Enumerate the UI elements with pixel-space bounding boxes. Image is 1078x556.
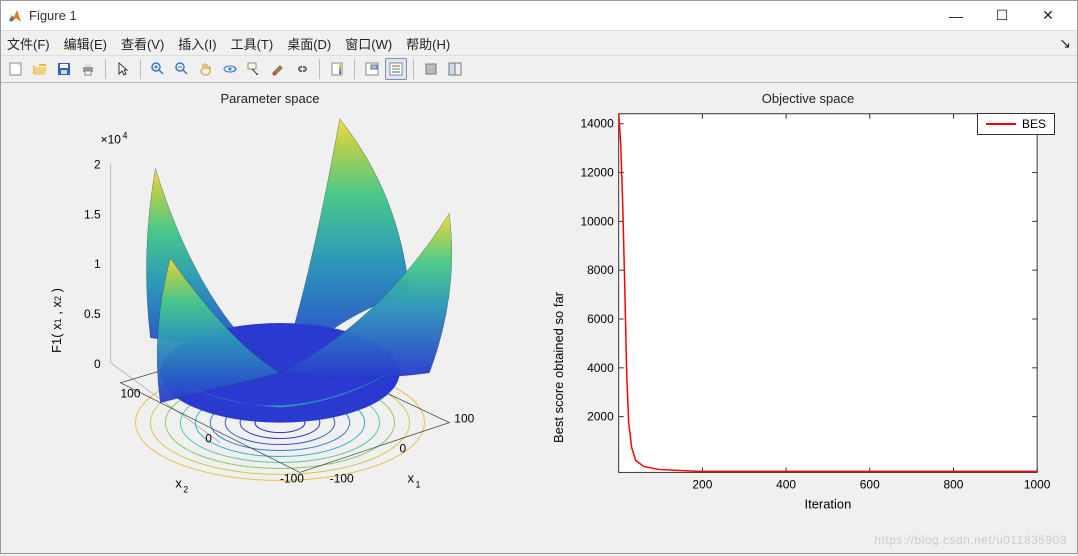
- menu-insert[interactable]: 插入(I): [178, 34, 216, 53]
- axes-objective-space[interactable]: Objective space Best score obtained so f…: [539, 83, 1077, 553]
- hide-tools-button[interactable]: [420, 58, 442, 80]
- svg-text:-100: -100: [330, 471, 354, 485]
- svg-text:600: 600: [860, 477, 880, 491]
- legend[interactable]: BES: [977, 113, 1055, 135]
- svg-text:8000: 8000: [587, 263, 614, 277]
- svg-text:0: 0: [400, 442, 407, 456]
- pan-button[interactable]: [195, 58, 217, 80]
- svg-text:x: x: [175, 475, 182, 490]
- svg-text:12000: 12000: [581, 166, 615, 180]
- link-button[interactable]: [291, 58, 313, 80]
- menu-help[interactable]: 帮助(H): [406, 34, 450, 53]
- svg-text:x: x: [407, 470, 414, 485]
- legend-button[interactable]: [361, 58, 383, 80]
- svg-text:400: 400: [776, 477, 796, 491]
- z-multiplier: ×10: [101, 133, 122, 147]
- menu-edit[interactable]: 编辑(E): [64, 34, 107, 53]
- svg-text:1.5: 1.5: [84, 207, 101, 221]
- svg-text:100: 100: [454, 412, 474, 426]
- svg-text:200: 200: [692, 477, 712, 491]
- matlab-app-icon: [7, 8, 23, 24]
- right-xlabel: Iteration: [805, 496, 852, 511]
- menu-file[interactable]: 文件(F): [7, 34, 50, 53]
- svg-text:6000: 6000: [587, 312, 614, 326]
- maximize-button[interactable]: ☐: [979, 1, 1025, 31]
- menu-window[interactable]: 窗口(W): [345, 34, 392, 53]
- surface-plot: ×10 4 2 1.5 1 0.5 0: [1, 83, 539, 553]
- svg-text:10000: 10000: [581, 214, 615, 228]
- convergence-plot: 14000 12000 10000 8000 6000 4000 2000 2: [539, 83, 1077, 553]
- dock-button[interactable]: [444, 58, 466, 80]
- svg-text:2: 2: [94, 158, 101, 172]
- svg-text:1: 1: [415, 479, 420, 489]
- watermark: https://blog.csdn.net/u011835903: [874, 533, 1067, 547]
- colorbar-button[interactable]: [326, 58, 348, 80]
- svg-text:1: 1: [94, 257, 101, 271]
- svg-text:100: 100: [121, 387, 141, 401]
- legend-label: BES: [1022, 117, 1046, 131]
- dock-arrow-icon[interactable]: ↘: [1059, 35, 1071, 52]
- close-button[interactable]: ✕: [1025, 1, 1071, 31]
- zoom-out-button[interactable]: [171, 58, 193, 80]
- minimize-button[interactable]: —: [933, 1, 979, 31]
- svg-text:4: 4: [123, 131, 128, 141]
- svg-text:2: 2: [183, 484, 188, 494]
- svg-text:-100: -100: [280, 471, 304, 485]
- svg-text:4000: 4000: [587, 361, 614, 375]
- open-button[interactable]: [29, 58, 51, 80]
- legend-line-icon: [986, 123, 1016, 125]
- right-ylabel: Best score obtained so far: [551, 292, 566, 443]
- svg-text:0: 0: [205, 432, 212, 446]
- svg-text:800: 800: [943, 477, 963, 491]
- window-title: Figure 1: [29, 8, 933, 23]
- svg-text:1000: 1000: [1024, 477, 1051, 491]
- menu-view[interactable]: 查看(V): [121, 34, 164, 53]
- menu-tools[interactable]: 工具(T): [231, 34, 274, 53]
- new-figure-button[interactable]: [5, 58, 27, 80]
- brush-button[interactable]: [267, 58, 289, 80]
- svg-text:2000: 2000: [587, 410, 614, 424]
- title-bar: Figure 1 — ☐ ✕: [1, 1, 1077, 31]
- left-axes-title: Parameter space: [1, 91, 539, 106]
- toolbar: [1, 55, 1077, 83]
- zoom-in-button[interactable]: [147, 58, 169, 80]
- svg-text:0.5: 0.5: [84, 307, 101, 321]
- datacursor-button[interactable]: [243, 58, 265, 80]
- axes-parameter-space[interactable]: Parameter space F1( x1 , x2 ) ×10 4 2 1.…: [1, 83, 539, 553]
- svg-text:0: 0: [94, 357, 101, 371]
- figure-area: Parameter space F1( x1 , x2 ) ×10 4 2 1.…: [1, 83, 1077, 553]
- rotate3d-button[interactable]: [219, 58, 241, 80]
- right-axes-title: Objective space: [539, 91, 1077, 106]
- save-button[interactable]: [53, 58, 75, 80]
- menu-bar: 文件(F) 编辑(E) 查看(V) 插入(I) 工具(T) 桌面(D) 窗口(W…: [1, 31, 1077, 55]
- print-button[interactable]: [77, 58, 99, 80]
- left-zlabel: F1( x1 , x2 ): [49, 288, 64, 353]
- insert-legend-button[interactable]: [385, 58, 407, 80]
- menu-desktop[interactable]: 桌面(D): [287, 34, 331, 53]
- pointer-button[interactable]: [112, 58, 134, 80]
- svg-text:14000: 14000: [581, 117, 615, 131]
